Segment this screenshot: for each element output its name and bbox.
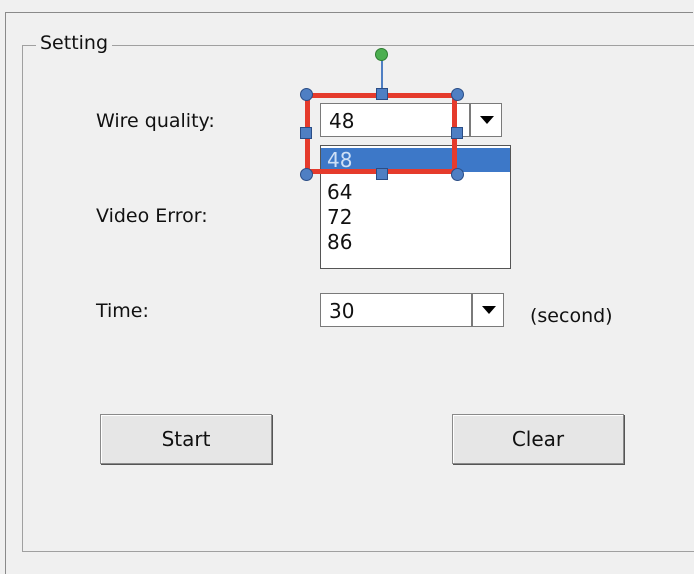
video-error-label: Video Error: bbox=[96, 205, 208, 227]
start-button[interactable]: Start bbox=[100, 414, 272, 464]
time-combobox[interactable]: 30 bbox=[320, 293, 472, 327]
time-value: 30 bbox=[329, 299, 355, 323]
resize-handle-right[interactable] bbox=[451, 127, 463, 139]
resize-handle-top-right[interactable] bbox=[451, 88, 464, 101]
setting-legend: Setting bbox=[36, 32, 113, 54]
rotate-handle[interactable] bbox=[375, 48, 388, 61]
wire-quality-label: Wire quality: bbox=[96, 110, 215, 132]
time-dropdown-button[interactable] bbox=[472, 293, 504, 327]
chevron-down-icon bbox=[482, 306, 496, 314]
resize-handle-top[interactable] bbox=[376, 88, 388, 100]
time-label: Time: bbox=[96, 300, 149, 322]
wire-quality-dropdown-button[interactable] bbox=[470, 103, 502, 137]
clear-button[interactable]: Clear bbox=[452, 414, 624, 464]
resize-handle-bottom-right[interactable] bbox=[451, 168, 464, 181]
chevron-down-icon bbox=[480, 116, 494, 124]
wire-quality-option[interactable]: 64 bbox=[321, 180, 510, 204]
selection-outline[interactable] bbox=[305, 93, 457, 174]
resize-handle-left[interactable] bbox=[300, 127, 312, 139]
wire-quality-option[interactable]: 72 bbox=[321, 205, 510, 229]
wire-quality-option[interactable]: 86 bbox=[321, 230, 510, 254]
resize-handle-bottom-left[interactable] bbox=[300, 168, 313, 181]
resize-handle-bottom[interactable] bbox=[376, 168, 388, 180]
time-unit-label: (second) bbox=[530, 305, 613, 327]
resize-handle-top-left[interactable] bbox=[300, 88, 313, 101]
